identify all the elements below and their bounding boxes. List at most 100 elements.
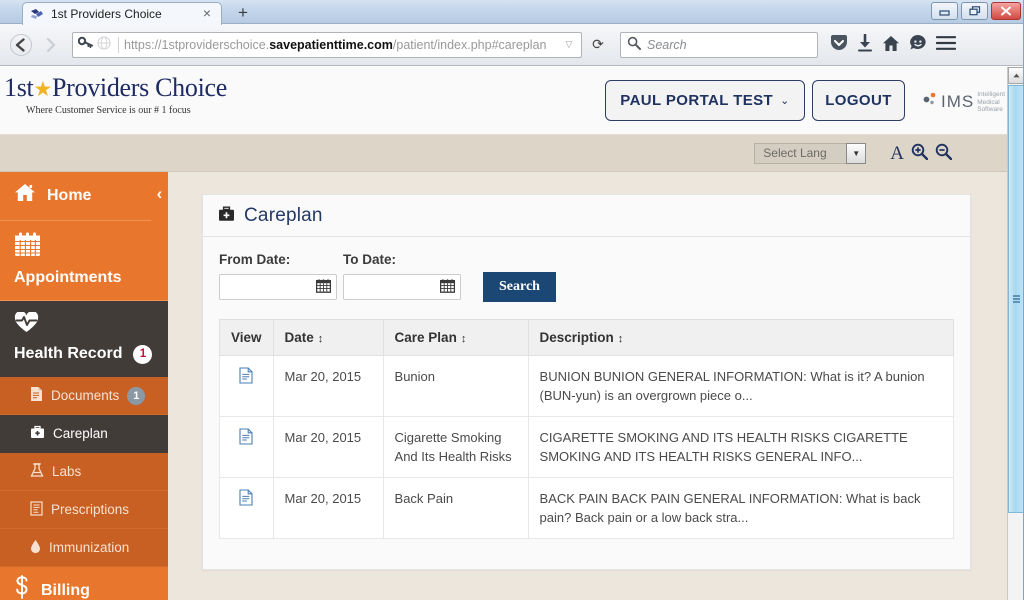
browser-toolbar-icons (830, 33, 957, 55)
care-plan-cell: Bunion (382, 355, 529, 417)
back-arrow-icon[interactable] (8, 32, 34, 58)
browser-search-input[interactable]: Search (620, 31, 818, 58)
home-icon[interactable] (882, 35, 900, 55)
restore-icon[interactable] (961, 2, 988, 20)
sidebar-item-appointments[interactable]: Appointments (0, 221, 168, 301)
droplet-icon (30, 539, 41, 557)
logo-tagline: Where Customer Service is our # 1 focus (26, 105, 191, 116)
sidebar-item-label: Health Record (14, 345, 123, 362)
sidebar-item-health-record[interactable]: Health Record 1 (0, 301, 168, 377)
view-document-icon[interactable] (239, 367, 253, 387)
sort-icon[interactable]: ↕ (318, 333, 323, 345)
documents-badge: 1 (127, 386, 146, 405)
page-scrollbar[interactable] (1007, 67, 1024, 600)
sidebar-item-label: Careplan (53, 426, 108, 441)
column-header-care-plan[interactable]: Care Plan ↕ (382, 319, 529, 356)
close-icon[interactable]: × (199, 6, 215, 22)
health-record-badge: 1 (133, 344, 153, 364)
careplan-table-body: Mar 20, 2015 Bunion BUNION BUNION GENERA… (219, 355, 955, 539)
calendar-icon[interactable] (439, 278, 456, 296)
browser-tab[interactable]: 1st Providers Choice × (22, 2, 222, 25)
sidebar-item-prescriptions[interactable]: Prescriptions (0, 491, 168, 529)
careplan-panel: Careplan From Date: To Date: Search View… (202, 194, 971, 570)
ims-mark-icon (922, 92, 938, 113)
search-button[interactable]: Search (483, 272, 556, 302)
language-select-value: Select Lang (763, 146, 827, 160)
careplan-panel-body: From Date: To Date: Search View Date ↕ C… (203, 237, 970, 569)
careplan-table: View Date ↕ Care Plan ↕ Description ↕ Ma… (219, 319, 955, 539)
search-icon (627, 36, 641, 53)
table-row[interactable]: Mar 20, 2015 Cigarette Smoking And Its H… (219, 416, 955, 478)
table-header-row: View Date ↕ Care Plan ↕ Description ↕ (219, 319, 955, 356)
page-viewport: 1st★Providers Choice Where Customer Serv… (0, 67, 1007, 600)
pocket-icon[interactable] (830, 34, 848, 55)
description-cell: BACK PAIN BACK PAIN GENERAL INFORMATION:… (527, 477, 955, 539)
scroll-up-button[interactable] (1008, 67, 1024, 84)
view-document-icon[interactable] (239, 489, 253, 509)
providers-choice-favicon-icon (29, 7, 45, 21)
sidebar-collapse-button[interactable]: ‹ (151, 172, 168, 216)
language-select[interactable]: Select Lang (754, 142, 848, 164)
sort-icon[interactable]: ↕ (461, 333, 466, 345)
sidebar-item-immunization[interactable]: Immunization (0, 529, 168, 567)
sidebar-navigation: Home ‹ Appointments Health Record 1 Docu… (0, 172, 168, 600)
careplan-panel-header: Careplan (203, 195, 970, 237)
scrollbar-thumb[interactable] (1008, 85, 1024, 513)
browser-navigation-bar: https://1stproviderschoice.savepatientti… (0, 24, 1024, 66)
view-cell (219, 416, 274, 478)
new-tab-button[interactable]: + (232, 3, 254, 23)
chevron-down-icon: ⌄ (780, 95, 790, 107)
downloads-icon[interactable] (857, 33, 873, 55)
sync-icon[interactable] (909, 34, 927, 55)
close-icon[interactable] (991, 2, 1021, 20)
sidebar-item-careplan[interactable]: Careplan (0, 415, 168, 453)
description-cell: CIGARETTE SMOKING AND ITS HEALTH RISKS C… (527, 416, 955, 478)
ims-tagline: Intelligent Medical Software (977, 91, 1006, 113)
address-bar[interactable]: https://1stproviderschoice.savepatientti… (72, 31, 582, 58)
sort-icon[interactable]: ↕ (618, 333, 623, 345)
sidebar-item-documents[interactable]: Documents 1 (0, 377, 168, 415)
sidebar-item-labs[interactable]: Labs (0, 453, 168, 491)
scrollbar-track[interactable] (1008, 513, 1024, 600)
menu-icon[interactable] (935, 35, 957, 54)
reload-button[interactable]: ⟳ (586, 36, 610, 53)
sidebar-item-label: Appointments (14, 269, 122, 286)
chevron-down-icon[interactable]: ▼ (846, 142, 867, 164)
zoom-out-icon[interactable] (935, 143, 953, 163)
logo-wordmark: 1st★Providers Choice (4, 73, 227, 102)
browser-search-placeholder: Search (647, 37, 687, 52)
care-plan-cell: Cigarette Smoking And Its Health Risks (382, 416, 529, 478)
chevron-down-icon[interactable]: ▽ (561, 39, 577, 50)
date-cell: Mar 20, 2015 (272, 416, 384, 478)
flask-icon (30, 462, 44, 481)
font-size-button[interactable]: A (890, 144, 904, 163)
column-header-date[interactable]: Date ↕ (272, 319, 384, 356)
table-row[interactable]: Mar 20, 2015 Bunion BUNION BUNION GENERA… (219, 355, 955, 417)
site-logo[interactable]: 1st★Providers Choice Where Customer Serv… (4, 73, 227, 116)
text-size-controls: A (890, 143, 953, 163)
table-row[interactable]: Mar 20, 2015 Back Pain BACK PAIN BACK PA… (219, 477, 955, 539)
chevron-left-icon: ‹ (156, 184, 163, 203)
minimize-icon[interactable] (931, 2, 958, 20)
date-cell: Mar 20, 2015 (272, 477, 384, 539)
star-icon: ★ (33, 77, 52, 101)
column-header-description[interactable]: Description ↕ (527, 319, 955, 356)
zoom-in-icon[interactable] (911, 143, 929, 163)
calendar-icon[interactable] (315, 278, 332, 296)
user-menu-button[interactable]: PAUL PORTAL TEST ⌄ (605, 80, 805, 121)
date-filter-labels: From Date: To Date: (219, 252, 954, 267)
view-cell (219, 355, 274, 417)
sidebar-item-billing[interactable]: Billing (0, 567, 168, 600)
browser-window: 1st Providers Choice × + https://1stprov… (0, 0, 1024, 600)
document-icon (30, 386, 43, 405)
page-title: Careplan (244, 204, 323, 226)
window-controls (931, 2, 1021, 20)
view-document-icon[interactable] (239, 428, 253, 448)
logout-button[interactable]: LOGOUT (812, 80, 905, 121)
to-date-input[interactable] (343, 274, 461, 300)
sidebar-item-home[interactable]: Home (0, 172, 151, 221)
site-header: 1st★Providers Choice Where Customer Serv… (0, 67, 1007, 135)
forward-arrow-icon (38, 32, 64, 58)
to-date-label: To Date: (343, 252, 396, 267)
from-date-input[interactable] (219, 274, 337, 300)
